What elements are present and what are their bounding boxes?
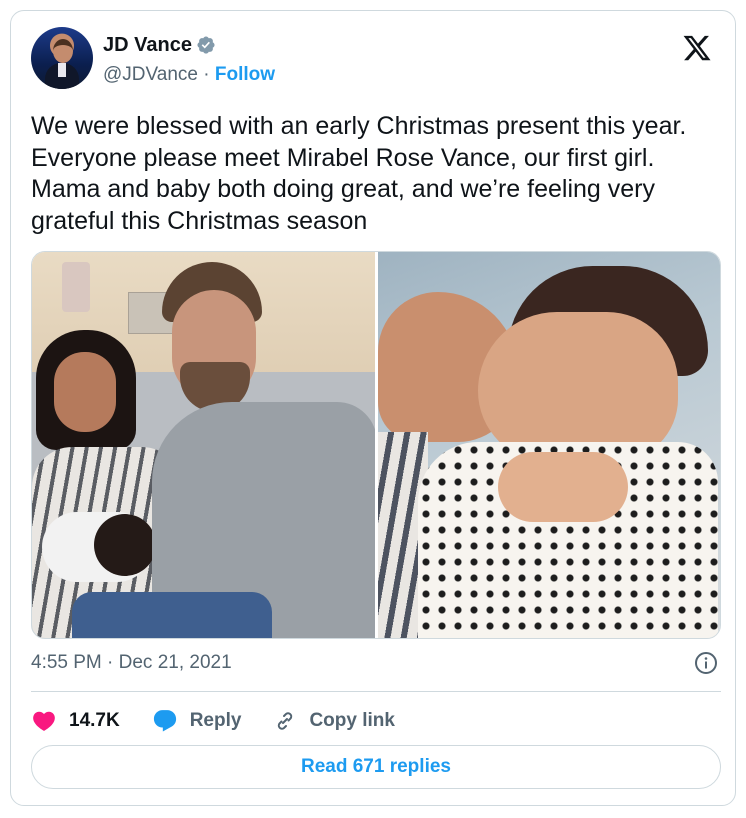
tweet-card: JD Vance @JDVance · Follow We were bless…: [10, 10, 736, 806]
tweet-media[interactable]: [31, 251, 721, 639]
avatar-head: [53, 39, 73, 63]
link-icon: [278, 712, 293, 730]
verified-badge-icon: [197, 36, 215, 54]
like-button[interactable]: 14.7K: [31, 708, 120, 734]
heart-icon: [33, 711, 55, 731]
reply-bubble-icon: [153, 710, 176, 732]
follow-button[interactable]: Follow: [215, 64, 275, 85]
family-photo[interactable]: [32, 252, 375, 638]
read-replies-button[interactable]: Read 671 replies: [31, 745, 721, 789]
baby-head: [94, 514, 156, 576]
baby-face: [477, 312, 678, 462]
handle-separator: ·: [203, 64, 210, 85]
avatar-shirt: [58, 63, 66, 77]
tweet-text: We were blessed with an early Christmas …: [31, 112, 694, 235]
author-handle-row: @JDVance · Follow: [103, 63, 275, 87]
baby-photo[interactable]: [377, 252, 720, 638]
baby-hand: [497, 452, 628, 522]
info-icon[interactable]: [694, 651, 718, 675]
author-avatar[interactable]: [31, 27, 93, 89]
man-jeans: [72, 592, 272, 638]
medical-fixture: [62, 262, 90, 312]
woman-face: [54, 352, 116, 432]
action-bar: 14.7K Reply Copy link: [31, 703, 427, 739]
copy-link-label: Copy link: [309, 710, 395, 731]
reply-button[interactable]: Reply: [152, 708, 242, 734]
tweet-timestamp[interactable]: 4:55 PM · Dec 21, 2021: [31, 651, 232, 675]
likes-count: 14.7K: [69, 710, 120, 731]
author-name[interactable]: JD Vance: [103, 33, 192, 57]
copy-link-button[interactable]: Copy link: [273, 709, 395, 733]
divider: [31, 691, 721, 692]
author-handle[interactable]: @JDVance: [103, 64, 198, 85]
x-logo-icon[interactable]: [681, 33, 713, 63]
reply-label: Reply: [189, 710, 242, 731]
